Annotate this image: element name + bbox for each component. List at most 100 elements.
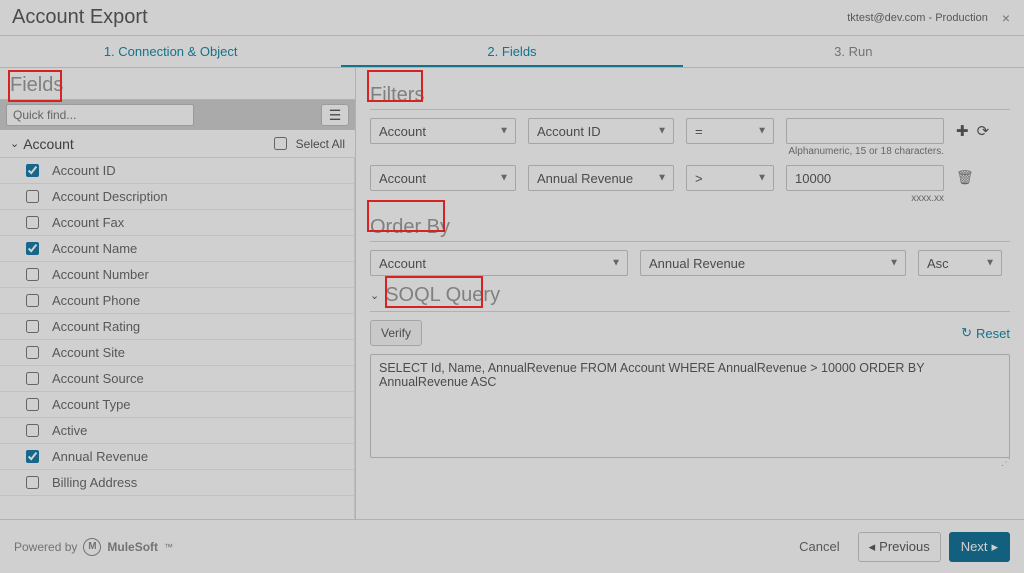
field-row[interactable]: Account Fax [0, 210, 354, 236]
field-checkbox[interactable] [26, 372, 39, 385]
field-label: Account Fax [52, 215, 124, 230]
field-checkbox[interactable] [26, 320, 39, 333]
field-row[interactable]: Account Site [0, 340, 354, 366]
next-button[interactable]: Next▸ [949, 532, 1010, 562]
caret-down-icon: ▼ [657, 126, 667, 137]
cancel-button[interactable]: Cancel [789, 533, 849, 560]
filter-value-input[interactable] [786, 118, 944, 144]
filter-object-select[interactable]: Account▼ [370, 118, 516, 144]
refresh-filter-icon[interactable]: ⟳ [977, 122, 990, 140]
field-row[interactable]: Account Description [0, 184, 354, 210]
wizard-step-run[interactable]: 3. Run [683, 36, 1024, 67]
soql-query-textarea[interactable] [370, 354, 1010, 458]
field-label: Account Description [52, 189, 168, 204]
field-label: Account Source [52, 371, 144, 386]
soql-section-title: SOQL Query [385, 284, 500, 307]
field-label: Account Phone [52, 293, 140, 308]
field-checkbox[interactable] [26, 424, 39, 437]
field-checkbox[interactable] [26, 476, 39, 489]
orderby-object-select[interactable]: Account▼ [370, 250, 628, 276]
field-label: Annual Revenue [52, 449, 148, 464]
select-all-checkbox[interactable] [274, 137, 287, 150]
field-group-name: Account [23, 136, 74, 152]
orderby-field-select[interactable]: Annual Revenue▼ [640, 250, 906, 276]
field-label: Account Rating [52, 319, 140, 334]
filter-value-hint: Alphanumeric, 15 or 18 characters. [786, 146, 944, 157]
field-checkbox[interactable] [26, 268, 39, 281]
orderby-row: Account▼ Annual Revenue▼ Asc▼ [370, 250, 1010, 276]
fields-menu-icon[interactable]: ☰ [321, 104, 349, 126]
connection-context: tktest@dev.com - Production [847, 12, 988, 24]
reset-link[interactable]: ↻ Reset [961, 325, 1010, 341]
field-row[interactable]: Active [0, 418, 354, 444]
orderby-section-title: Order By [370, 210, 1010, 242]
filter-operator-select[interactable]: =▼ [686, 118, 774, 144]
wizard-step-fields[interactable]: 2. Fields [341, 36, 682, 67]
wizard-steps: 1. Connection & Object 2. Fields 3. Run [0, 36, 1024, 68]
footer: Powered by M MuleSoft™ Cancel ◂Previous … [0, 519, 1024, 573]
field-checkbox[interactable] [26, 294, 39, 307]
caret-down-icon: ▼ [657, 173, 667, 184]
field-row[interactable]: Account Name [0, 236, 354, 262]
filter-field-select[interactable]: Account ID▼ [528, 118, 674, 144]
fields-section-title: Fields [0, 68, 355, 100]
quick-find-input[interactable] [6, 104, 194, 126]
chevron-down-icon: ⌄ [10, 137, 19, 150]
field-checkbox[interactable] [26, 346, 39, 359]
filter-row: Account▼Annual Revenue▼>▼xxxx.xx🗑 [370, 165, 1010, 204]
field-row[interactable]: Account ID [0, 158, 354, 184]
window-header: Account Export tktest@dev.com - Producti… [0, 0, 1024, 36]
caret-down-icon: ▼ [985, 258, 995, 269]
field-checkbox[interactable] [26, 242, 39, 255]
field-checkbox[interactable] [26, 164, 39, 177]
wizard-step-connection[interactable]: 1. Connection & Object [0, 36, 341, 67]
filters-section-title: Filters [370, 78, 1010, 110]
filter-value-input[interactable] [786, 165, 944, 191]
filter-row: Account▼ Account ID▼ =▼ Alphanumeric, 15 or… [370, 118, 1010, 157]
fields-toolbar: ☰ [0, 100, 355, 130]
field-label: Account ID [52, 163, 116, 178]
filter-field-select[interactable]: Annual Revenue▼ [528, 165, 674, 191]
field-group-header[interactable]: ⌄ Account Select All [0, 130, 355, 158]
mulesoft-logo-icon: M [83, 538, 101, 556]
field-row[interactable]: Account Phone [0, 288, 354, 314]
caret-down-icon: ▼ [757, 173, 767, 184]
caret-down-icon: ▼ [889, 258, 899, 269]
field-label: Account Number [52, 267, 149, 282]
add-filter-icon[interactable]: ✚ [956, 122, 969, 140]
field-checkbox[interactable] [26, 398, 39, 411]
filter-object-select[interactable]: Account▼ [370, 165, 516, 191]
caret-down-icon: ▼ [611, 258, 621, 269]
delete-filter-icon[interactable]: 🗑 [956, 165, 974, 186]
field-checkbox[interactable] [26, 216, 39, 229]
field-checkbox[interactable] [26, 190, 39, 203]
caret-down-icon: ▼ [499, 126, 509, 137]
orderby-direction-select[interactable]: Asc▼ [918, 250, 1002, 276]
page-title: Account Export [12, 6, 148, 29]
caret-down-icon: ▼ [499, 173, 509, 184]
field-label: Active [52, 423, 87, 438]
close-icon[interactable]: × [1002, 11, 1010, 25]
soql-section-header[interactable]: ⌄ SOQL Query [370, 284, 1010, 312]
field-row[interactable]: Account Source [0, 366, 354, 392]
previous-button[interactable]: ◂Previous [858, 532, 941, 562]
field-label: Account Type [52, 397, 131, 412]
textarea-resize-grip[interactable]: ⋰ [370, 457, 1010, 468]
fields-panel: Fields ☰ ⌄ Account Select All Account ID… [0, 68, 356, 519]
field-row[interactable]: Account Type [0, 392, 354, 418]
field-label: Billing Address [52, 475, 137, 490]
caret-left-icon: ◂ [869, 539, 876, 555]
field-label: Account Name [52, 241, 137, 256]
refresh-icon: ↻ [961, 325, 972, 341]
field-list: Account ID Account Description Account Fax… [0, 158, 355, 519]
field-row[interactable]: Account Rating [0, 314, 354, 340]
select-all-label[interactable]: Select All [270, 134, 345, 153]
field-row[interactable]: Annual Revenue [0, 444, 354, 470]
field-label: Account Site [52, 345, 125, 360]
verify-button[interactable]: Verify [370, 320, 422, 346]
field-checkbox[interactable] [26, 450, 39, 463]
field-row[interactable]: Billing Address [0, 470, 354, 496]
brand-name: MuleSoft [107, 540, 158, 554]
filter-operator-select[interactable]: >▼ [686, 165, 774, 191]
field-row[interactable]: Account Number [0, 262, 354, 288]
